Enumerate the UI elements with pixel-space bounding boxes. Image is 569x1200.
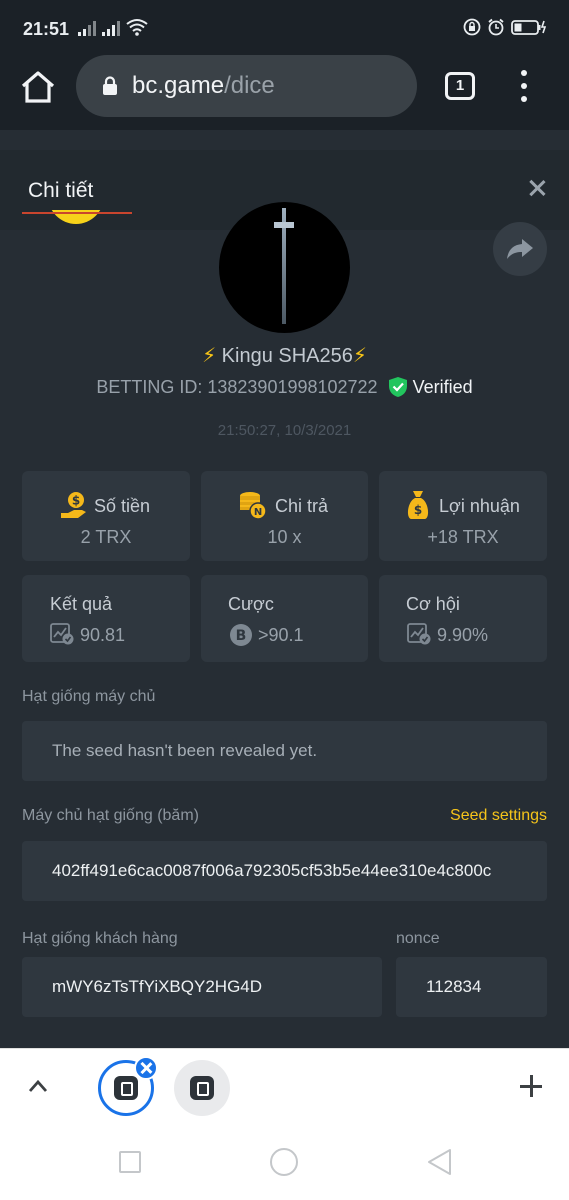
bet-timestamp: 21:50:27, 10/3/2021 — [217, 422, 352, 439]
chart-check-icon — [407, 623, 431, 645]
stat-card-payout: N Chi trả 10 x — [201, 471, 368, 561]
verified-label: Verified — [412, 376, 473, 397]
hashed-seed-label: Máy chủ hạt giống (băm) — [22, 807, 199, 824]
url-host: bc.game — [132, 72, 225, 99]
recents-icon[interactable] — [119, 1151, 141, 1173]
chart-check-icon — [50, 623, 74, 645]
home-icon[interactable] — [20, 70, 56, 104]
stat-value: +18 TRX — [427, 527, 499, 547]
lock-rotation-icon — [463, 18, 481, 36]
system-nav-bar — [0, 1125, 569, 1200]
home-nav-icon[interactable] — [270, 1148, 298, 1176]
money-hand-icon: $ — [61, 492, 86, 518]
verified-shield-icon — [388, 377, 407, 397]
stat-card-amount: $ Số tiền 2 TRX — [22, 471, 190, 561]
modal-title: Chi tiết — [28, 179, 94, 202]
stat-label: Cơ hội — [406, 594, 460, 614]
stat-label: Chi trả — [275, 496, 329, 516]
bcgame-logo-icon — [190, 1076, 214, 1100]
betting-id-row: BETTING ID: 13823901998102722 Verified — [0, 376, 569, 398]
stat-value: 10 x — [267, 527, 302, 547]
server-seed-label: Hạt giống máy chủ — [22, 688, 156, 705]
stat-value: >90.1 — [258, 625, 304, 645]
signal-icon — [78, 20, 96, 36]
stat-card-profit: $ Lợi nhuận +18 TRX — [379, 471, 547, 561]
signal-icon-2 — [102, 20, 120, 36]
avatar — [219, 202, 350, 333]
client-seed-field[interactable]: mWY6zTsTfYiXBQY2HG4D — [22, 957, 382, 1017]
svg-text:B: B — [236, 628, 247, 644]
stat-card-result: Kết quả 90.81 — [22, 575, 190, 662]
username[interactable]: ⚡ Kingu SHA256⚡ — [0, 343, 569, 368]
svg-text:N: N — [254, 507, 262, 518]
close-icon[interactable] — [529, 180, 545, 196]
decor-line — [22, 212, 132, 214]
stat-value: 90.81 — [80, 625, 126, 645]
betting-id: BETTING ID: 13823901998102722 — [96, 376, 378, 397]
nonce-label: nonce — [396, 930, 440, 947]
stat-label: Kết quả — [50, 594, 113, 614]
svg-text:$: $ — [72, 494, 80, 508]
coin-stack-icon: N — [240, 492, 267, 520]
share-icon — [507, 239, 533, 259]
bet-detail-modal: Chi tiết ⚡ Kingu SHA256⚡ BETTING ID: 138… — [0, 130, 569, 1048]
nonce-field[interactable]: 112834 — [396, 957, 547, 1017]
stat-value: 9.90% — [437, 625, 489, 645]
stat-card-chance: Cơ hội 9.90% — [379, 575, 547, 662]
url-path: /dice — [224, 72, 275, 99]
stat-label: Cược — [228, 594, 274, 614]
tab-switcher-button[interactable]: 1 — [445, 72, 475, 100]
username-text: Kingu SHA256 — [216, 345, 353, 367]
tab-strip — [0, 1048, 569, 1125]
address-bar[interactable]: bc.game/dice — [76, 55, 417, 117]
share-button[interactable] — [493, 222, 547, 276]
close-tab-icon[interactable] — [134, 1056, 158, 1080]
bcgame-logo-icon — [114, 1076, 138, 1100]
alarm-icon — [488, 18, 504, 36]
seed-settings-link[interactable]: Seed settings — [450, 807, 547, 825]
browser-toolbar: bc.game/dice 1 — [0, 48, 569, 130]
battery-icon — [511, 20, 547, 35]
server-seed-field: The seed hasn't been revealed yet. — [22, 721, 547, 781]
overflow-menu-icon[interactable] — [514, 70, 534, 102]
tab-bcgame-inactive[interactable] — [174, 1060, 230, 1116]
stat-card-bet: Cược B >90.1 — [201, 575, 368, 662]
client-seed-label: Hạt giống khách hàng — [22, 930, 178, 947]
wifi-icon — [126, 19, 148, 36]
bitcoin-icon: B — [230, 624, 252, 646]
status-time: 21:51 — [23, 19, 70, 39]
bolt-icon: ⚡ — [202, 345, 217, 367]
stat-label: Số tiền — [94, 496, 151, 516]
verified-badge: Verified — [388, 376, 473, 398]
back-icon[interactable] — [426, 1148, 452, 1176]
svg-text:$: $ — [414, 503, 422, 517]
money-bag-icon: $ — [407, 491, 429, 519]
hashed-seed-field[interactable]: 402ff491e6cac0087f006a792305cf53b5e44ee3… — [22, 841, 547, 901]
chevron-up-icon[interactable] — [28, 1079, 48, 1093]
stat-value: 2 TRX — [80, 527, 132, 547]
lock-icon — [103, 76, 117, 95]
stat-label: Lợi nhuận — [439, 496, 520, 516]
bolt-icon-2: ⚡ — [352, 345, 367, 367]
new-tab-plus-icon[interactable] — [520, 1075, 542, 1097]
